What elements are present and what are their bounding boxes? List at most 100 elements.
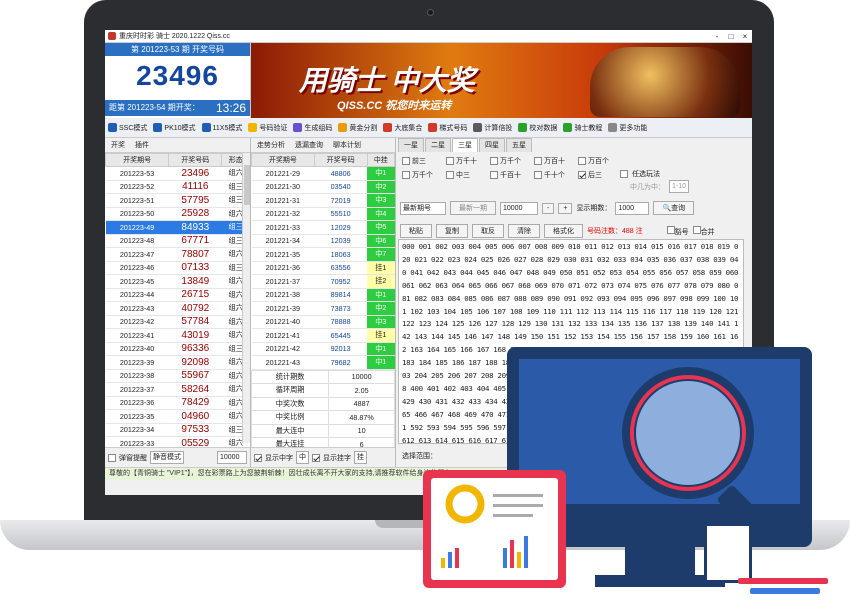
table-row[interactable]: 201223-34 97533 组三 (105, 423, 250, 437)
toolbar-item[interactable]: 黄金分割 (338, 123, 377, 133)
tab-draw[interactable]: 开奖 (111, 140, 125, 150)
period-input[interactable]: 10000 (500, 201, 538, 215)
table-row[interactable]: 201221-38 89814 中1 (251, 288, 395, 302)
minimize-button[interactable]: - (710, 32, 724, 41)
minus-button[interactable]: - (542, 202, 555, 214)
table-row[interactable]: 201223-45 13849 组六 (105, 274, 250, 289)
position-checkbox[interactable]: 前三 (402, 156, 436, 166)
tab-star[interactable]: 三星 (452, 138, 478, 152)
table-row[interactable]: 201223-48 67771 组三 (105, 234, 250, 248)
plus-button[interactable]: + (558, 202, 573, 214)
table-row[interactable]: 201223-46 07133 组三 (105, 261, 250, 275)
table-row[interactable]: 201221-29 48806 中1 (251, 166, 395, 181)
tab-star[interactable]: 一星 (398, 138, 424, 152)
table-row[interactable]: 201221-32 55510 中4 (251, 207, 395, 221)
checkbox[interactable] (446, 171, 454, 179)
tab-trend[interactable]: 走势分析 (257, 140, 285, 150)
position-checkbox[interactable]: 万千十 (446, 156, 480, 166)
col-number[interactable]: 开奖号码 (168, 153, 223, 167)
toolbar-item[interactable]: 计算倍投 (473, 123, 512, 133)
dedupe-checkbox[interactable] (666, 225, 675, 234)
toolbar-item[interactable]: 骑士教程 (563, 123, 602, 133)
history-scrollbar[interactable] (242, 153, 250, 443)
table-row[interactable]: 201223-35 04960 组六 (105, 409, 250, 424)
toolbar-item[interactable]: PK10模式 (153, 123, 196, 133)
position-checkbox[interactable]: 万百个 (578, 156, 612, 166)
table-row[interactable]: 201221-30 03540 中2 (251, 180, 395, 194)
toolbar-item[interactable]: 11X5模式 (201, 123, 242, 133)
toolbar-item[interactable]: SSC模式 (108, 123, 147, 133)
toolbar-item[interactable]: 大底集合 (383, 123, 422, 133)
table-row[interactable]: 201223-47 78807 组六 (105, 247, 250, 262)
table-row[interactable]: 201223-36 78429 组六 (105, 396, 250, 410)
table-row[interactable]: 201223-40 96336 组三 (105, 342, 250, 356)
table-row[interactable]: 201221-36 63556 挂1 (251, 261, 395, 275)
table-row[interactable]: 201221-35 18063 中7 (251, 247, 395, 262)
position-checkbox[interactable]: 万百十 (534, 156, 568, 166)
col-number[interactable]: 开奖号码 (313, 153, 368, 167)
position-checkbox[interactable]: 万千个 (402, 170, 436, 180)
action-button[interactable]: 取反 (472, 224, 504, 238)
checkbox[interactable] (402, 171, 410, 179)
checkbox[interactable] (534, 171, 542, 179)
position-checkbox[interactable]: 千百十 (490, 170, 524, 180)
position-checkbox[interactable]: 后三 (578, 170, 612, 180)
checkbox[interactable] (578, 157, 586, 165)
period-select[interactable]: 最新期号 (400, 201, 446, 215)
col-period[interactable]: 开奖期号 (105, 153, 170, 167)
table-row[interactable]: 201221-43 79682 中1 (251, 355, 395, 370)
tab-plugin[interactable]: 插件 (135, 140, 149, 150)
checkbox[interactable] (402, 157, 410, 165)
maximize-button[interactable]: □ (724, 32, 738, 41)
table-row[interactable]: 201223-49 84933 组三 (105, 220, 250, 235)
table-row[interactable]: 201221-39 73873 中2 (251, 301, 395, 316)
table-row[interactable]: 201221-41 65445 挂1 (251, 328, 395, 343)
table-row[interactable]: 201221-37 70952 挂2 (251, 274, 395, 289)
position-checkbox[interactable]: 中三 (446, 170, 480, 180)
promo-banner[interactable]: 用骑士 中大奖 QISS.CC 祝您时来运转 (251, 43, 752, 118)
close-button[interactable]: × (738, 32, 752, 41)
toolbar-item[interactable]: 号码验证 (248, 123, 287, 133)
free-play-checkbox[interactable] (620, 170, 628, 178)
table-row[interactable]: 201223-52 41116 组三 (105, 180, 250, 194)
table-row[interactable]: 201223-42 57784 组六 (105, 315, 250, 329)
col-hit[interactable]: 中挂 (366, 153, 396, 167)
tab-star[interactable]: 五星 (506, 138, 532, 152)
action-button[interactable]: 清除 (508, 224, 540, 238)
checkbox[interactable] (490, 157, 498, 165)
show-periods-input[interactable]: 1000 (615, 201, 650, 215)
query-button[interactable]: 🔍查询 (653, 201, 695, 215)
action-button[interactable]: 粘贴 (400, 224, 432, 238)
toolbar-item[interactable]: 梯式号码 (428, 123, 467, 133)
toolbar-item[interactable]: 校对数据 (518, 123, 557, 133)
checkbox[interactable] (446, 157, 454, 165)
mode-select[interactable]: 静音模式 (150, 451, 184, 464)
alert-checkbox[interactable] (108, 453, 116, 462)
tab-star[interactable]: 四星 (479, 138, 505, 152)
table-row[interactable]: 201221-34 12039 中6 (251, 234, 395, 248)
table-row[interactable]: 201223-44 26715 组六 (105, 288, 250, 302)
hit-range-input[interactable]: 1-10 (669, 180, 690, 193)
table-row[interactable]: 201223-51 57795 组三 (105, 193, 250, 208)
table-row[interactable]: 201223-43 40792 组六 (105, 301, 250, 316)
tab-plan[interactable]: 聊本计划 (333, 140, 361, 150)
tab-omission[interactable]: 遗漏查询 (295, 140, 323, 150)
table-row[interactable]: 201223-39 92098 组六 (105, 355, 250, 370)
hit-char-input[interactable]: 中 (296, 451, 309, 464)
show-hit-checkbox[interactable] (254, 453, 262, 462)
action-button[interactable]: 复制 (436, 224, 468, 238)
position-checkbox[interactable]: 万千个 (490, 156, 524, 166)
checkbox[interactable] (578, 171, 586, 179)
merge-checkbox[interactable] (692, 225, 701, 234)
col-period[interactable]: 开奖期号 (251, 153, 315, 167)
action-button[interactable]: 格式化 (544, 224, 583, 238)
table-row[interactable]: 201223-41 43019 组六 (105, 328, 250, 343)
table-row[interactable]: 201223-53 23496 组六 (105, 166, 250, 181)
table-row[interactable]: 201221-33 12029 中5 (251, 220, 395, 235)
table-row[interactable]: 201221-42 92013 中1 (251, 342, 395, 356)
miss-char-input[interactable]: 挂 (354, 451, 367, 464)
checkbox[interactable] (534, 157, 542, 165)
toolbar-item[interactable]: 生成组码 (293, 123, 332, 133)
tab-star[interactable]: 二星 (425, 138, 451, 152)
table-row[interactable]: 201223-50 25928 组六 (105, 207, 250, 221)
